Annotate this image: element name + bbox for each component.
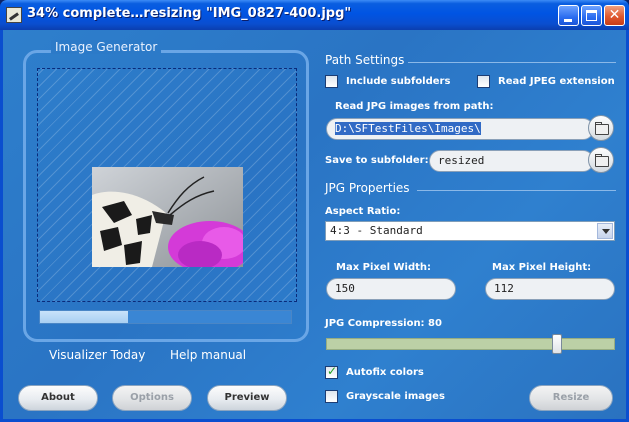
close-icon: ✕ (608, 7, 621, 23)
max-width-input[interactable]: 150 (326, 278, 456, 300)
grayscale-images-label: Grayscale images (346, 391, 445, 402)
resize-button[interactable]: Resize (529, 385, 613, 411)
aspect-ratio-label: Aspect Ratio: (325, 206, 401, 217)
maximize-button[interactable] (581, 5, 602, 26)
image-generator-title: Image Generator (51, 40, 162, 54)
chevron-down-icon[interactable] (597, 223, 613, 239)
jpg-properties-heading: JPG Properties (325, 181, 410, 195)
image-drop-zone[interactable] (37, 68, 297, 302)
max-height-input[interactable]: 112 (485, 278, 615, 300)
jpg-compression-slider[interactable] (326, 338, 615, 350)
help-manual-link[interactable]: Help manual (170, 348, 246, 362)
options-button[interactable]: Options (112, 385, 192, 411)
jpg-compression-slider-thumb[interactable] (552, 334, 563, 354)
jpg-properties-divider (417, 190, 616, 191)
read-path-folder-button[interactable] (588, 115, 614, 141)
read-jpeg-extension-checkbox[interactable] (477, 75, 490, 88)
minimize-icon (564, 19, 572, 22)
save-subfolder-input[interactable]: resized (429, 150, 594, 172)
include-subfolders-label: Include subfolders (346, 76, 451, 87)
include-subfolders-checkbox[interactable] (325, 75, 338, 88)
path-settings-heading: Path Settings (325, 53, 405, 67)
path-settings-divider (408, 62, 616, 63)
aspect-ratio-value: 4:3 - Standard (330, 224, 423, 237)
max-width-label: Max Pixel Width: (336, 262, 432, 273)
about-button[interactable]: About (18, 385, 98, 411)
save-subfolder-folder-button[interactable] (588, 147, 614, 173)
progress-bar (39, 310, 292, 324)
jpg-compression-label: JPG Compression: 80 (325, 318, 442, 329)
window-title: 34% complete…resizing "IMG_0827-400.jpg" (27, 6, 352, 21)
window-body: Image Generator Visualizer Today Help ma… (0, 30, 629, 422)
autofix-colors-label: Autofix colors (346, 367, 424, 378)
minimize-button[interactable] (558, 5, 579, 26)
butterfly-photo-icon (92, 167, 243, 267)
read-jpeg-extension-label: Read JPEG extension (498, 76, 615, 87)
read-path-value: D:\SFTestFiles\Images\ (335, 122, 481, 135)
image-preview (92, 167, 243, 267)
read-path-input[interactable]: D:\SFTestFiles\Images\ (326, 118, 594, 140)
save-subfolder-label: Save to subfolder: (325, 155, 429, 166)
aspect-ratio-select[interactable]: 4:3 - Standard (325, 221, 615, 241)
max-height-label: Max Pixel Height: (492, 262, 592, 273)
autofix-colors-checkbox[interactable] (325, 364, 338, 379)
progress-fill (40, 311, 128, 323)
app-icon[interactable] (6, 7, 22, 23)
maximize-icon (586, 10, 597, 21)
preview-button[interactable]: Preview (207, 385, 287, 411)
read-path-label: Read JPG images from path: (335, 101, 494, 112)
grayscale-images-checkbox[interactable] (325, 390, 338, 403)
close-button[interactable]: ✕ (604, 5, 625, 26)
title-bar[interactable]: 34% complete…resizing "IMG_0827-400.jpg"… (0, 0, 629, 30)
visualizer-today-link[interactable]: Visualizer Today (49, 348, 145, 362)
